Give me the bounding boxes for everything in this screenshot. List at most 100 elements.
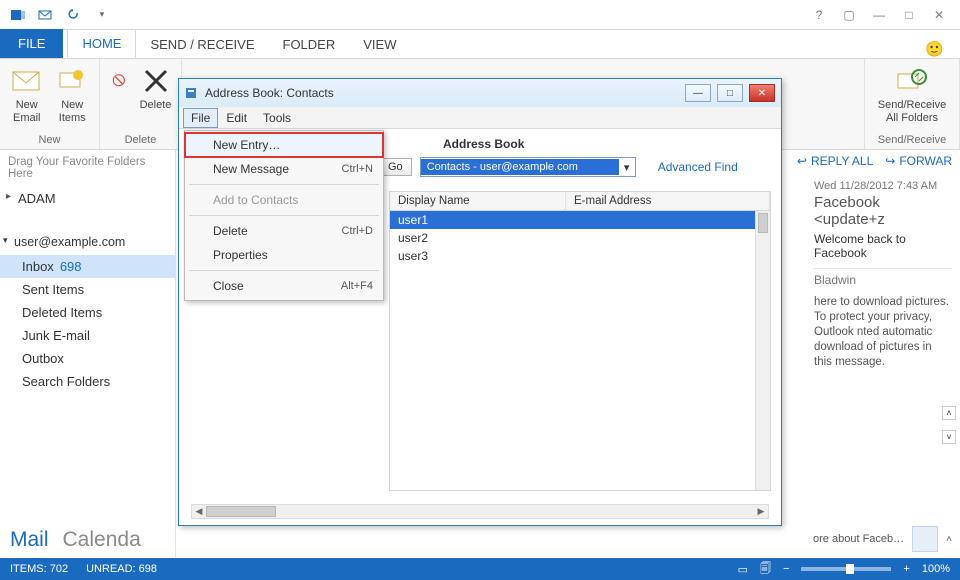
status-bar: ITEMS: 702 UNREAD: 698 ▭ 🗐 − + 100%: [0, 558, 960, 580]
menu-new-message-label: New Message: [213, 162, 289, 176]
new-email-button[interactable]: New Email: [8, 63, 46, 125]
menu-delete[interactable]: DeleteCtrl+D: [185, 219, 383, 243]
folder-outbox[interactable]: Outbox: [0, 347, 175, 370]
message-subject: Welcome back to Facebook: [814, 232, 952, 260]
message-from: Facebook <update+z: [814, 194, 952, 228]
zoom-out-button[interactable]: −: [783, 563, 789, 575]
address-book-selector-value: Contacts - user@example.com: [421, 159, 619, 175]
contact-row[interactable]: user3: [390, 247, 770, 265]
feedback-smiley-icon[interactable]: 🙂: [925, 40, 944, 58]
folder-inbox[interactable]: Inbox698: [0, 255, 175, 278]
dialog-close-button[interactable]: ✕: [749, 84, 775, 102]
message-infobar[interactable]: here to download pictures. To protect yo…: [814, 295, 952, 370]
forward-button[interactable]: ↪ FORWAR: [885, 154, 952, 168]
scroll-right-arrow-icon[interactable]: ▶: [754, 506, 768, 517]
view-normal-icon[interactable]: ▭: [738, 563, 748, 576]
col-display-name[interactable]: Display Name: [390, 192, 566, 210]
delete-button[interactable]: Delete: [138, 63, 173, 112]
address-book-dialog: Address Book: Contacts — □ ✕ File Edit T…: [178, 78, 782, 526]
folder-sent-items[interactable]: Sent Items: [0, 278, 175, 301]
ribbon-group-new-label: New: [8, 132, 91, 147]
new-items-label: New Items: [54, 99, 92, 125]
menu-close[interactable]: CloseAlt+F4: [185, 274, 383, 298]
scroll-left-arrow-icon[interactable]: ◀: [192, 506, 206, 517]
col-email-address[interactable]: E-mail Address: [566, 192, 770, 210]
reply-all-button[interactable]: ↩REPLY ALL: [797, 154, 873, 168]
window-close-button[interactable]: ✕: [928, 4, 950, 26]
ribbon-group-delete-label: Delete: [108, 132, 173, 147]
file-menu-dropdown: New Entry… New Message Ctrl+N Add to Cont…: [184, 130, 384, 301]
folder-junk[interactable]: Junk E-mail: [0, 324, 175, 347]
account-node[interactable]: user@example.com: [0, 229, 175, 255]
send-receive-all-label: Send/Receive All Folders: [873, 99, 951, 125]
ribbon-tabs: FILE HOME SEND / RECEIVE FOLDER VIEW 🙂: [0, 30, 960, 58]
expand-header-icon[interactable]: ˄: [942, 406, 956, 420]
delete-label: Delete: [140, 99, 172, 112]
menu-tools[interactable]: Tools: [255, 108, 299, 128]
message-to-line: Bladwin: [814, 268, 952, 287]
contact-row[interactable]: user1: [390, 211, 770, 229]
menu-edit[interactable]: Edit: [218, 108, 255, 128]
quick-customize-dropdown[interactable]: ▾: [92, 5, 112, 25]
contact-list-header: Display Name E-mail Address: [389, 191, 771, 211]
ignore-button[interactable]: 🚫: [108, 63, 130, 112]
menu-separator: [189, 270, 379, 271]
dialog-titlebar[interactable]: Address Book: Contacts — □ ✕: [179, 79, 781, 107]
dialog-minimize-button[interactable]: —: [685, 84, 711, 102]
contact-row[interactable]: user2: [390, 229, 770, 247]
forward-icon: ↪: [885, 154, 895, 168]
status-unread: UNREAD: 698: [86, 563, 157, 575]
folder-search-folders[interactable]: Search Folders: [0, 370, 175, 393]
advanced-find-link[interactable]: Advanced Find: [658, 160, 738, 174]
quick-undo-icon[interactable]: [64, 5, 84, 25]
list-horizontal-scrollbar[interactable]: ◀ ▶: [191, 504, 769, 519]
profile-node[interactable]: ADAM: [0, 186, 175, 211]
ribbon-display-options-icon[interactable]: ▢: [838, 4, 860, 26]
scrollbar-thumb[interactable]: [758, 213, 768, 233]
collapse-header-icon[interactable]: ˅: [942, 430, 956, 444]
folder-pane: Drag Your Favorite Folders Here ADAM use…: [0, 150, 176, 558]
envelope-icon: [11, 65, 43, 97]
menu-new-message[interactable]: New Message Ctrl+N: [185, 157, 383, 181]
view-reading-icon[interactable]: 🗐: [760, 560, 771, 579]
dialog-maximize-button[interactable]: □: [717, 84, 743, 102]
menu-new-entry[interactable]: New Entry…: [185, 133, 383, 157]
people-pane-summary[interactable]: ore about Faceb…: [813, 533, 904, 545]
tab-file[interactable]: FILE: [0, 29, 63, 58]
menu-close-label: Close: [213, 279, 244, 293]
outlook-logo-icon: [8, 5, 28, 25]
menu-new-message-shortcut: Ctrl+N: [342, 163, 373, 175]
folder-deleted-items[interactable]: Deleted Items: [0, 301, 175, 324]
menu-new-entry-label: New Entry…: [213, 138, 280, 152]
list-vertical-scrollbar[interactable]: [755, 211, 770, 490]
chevron-down-icon[interactable]: ▾: [619, 161, 635, 174]
people-pane-avatar[interactable]: [912, 526, 938, 552]
address-book-selector[interactable]: Contacts - user@example.com ▾: [420, 157, 636, 177]
nav-mail-link[interactable]: Mail: [10, 528, 49, 552]
menu-file[interactable]: File: [183, 108, 218, 128]
forward-label: FORWAR: [899, 154, 952, 168]
nav-calendar-link[interactable]: Calenda: [63, 528, 141, 552]
zoom-in-button[interactable]: +: [903, 563, 909, 575]
tab-home[interactable]: HOME: [67, 29, 136, 58]
window-minimize-button[interactable]: —: [868, 4, 890, 26]
menu-properties[interactable]: Properties: [185, 243, 383, 267]
new-items-button[interactable]: New Items: [54, 63, 92, 125]
zoom-slider[interactable]: [801, 567, 891, 571]
people-pane-toggle-icon[interactable]: ˄: [946, 534, 952, 545]
delete-x-icon: [140, 65, 172, 97]
folder-inbox-label: Inbox: [22, 259, 54, 274]
scrollbar-thumb[interactable]: [206, 506, 276, 517]
contact-list[interactable]: user1 user2 user3: [389, 211, 771, 491]
help-icon[interactable]: ?: [808, 4, 830, 26]
dialog-menubar: File Edit Tools: [179, 107, 781, 129]
send-receive-all-button[interactable]: Send/Receive All Folders: [873, 63, 951, 125]
tab-folder[interactable]: FOLDER: [269, 31, 350, 58]
menu-add-to-contacts: Add to Contacts: [185, 188, 383, 212]
zoom-level[interactable]: 100%: [922, 563, 950, 575]
tab-send-receive[interactable]: SEND / RECEIVE: [136, 31, 268, 58]
window-maximize-button[interactable]: □: [898, 4, 920, 26]
tab-view[interactable]: VIEW: [349, 31, 410, 58]
quick-send-icon[interactable]: [36, 5, 56, 25]
nav-bottom-bar: Mail Calenda: [0, 518, 175, 558]
